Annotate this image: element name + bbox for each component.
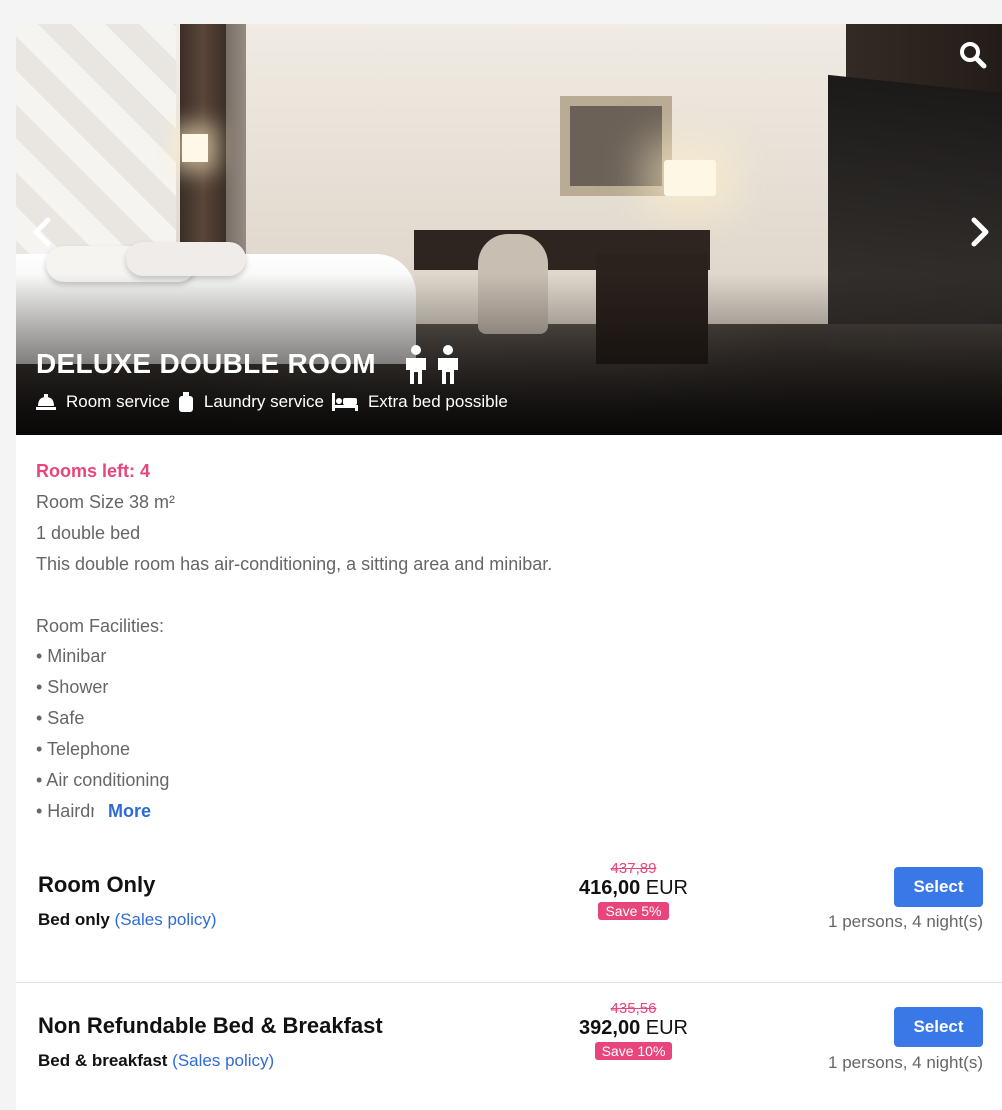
person-icon	[405, 345, 426, 384]
stay-info: 1 persons, 4 night(s)	[828, 912, 983, 931]
save-badge: Save 10%	[594, 1042, 673, 1060]
room-size: Room Size 38 m²	[36, 491, 176, 512]
room-details: Rooms left: 4 Room Size 38 m² 1 double b…	[36, 456, 936, 827]
rate-name: Room Only	[38, 872, 156, 897]
amenity-room-service: Room service	[36, 392, 170, 412]
laundry-icon	[178, 392, 193, 412]
facility-truncated-line: • Hairdryer More	[36, 796, 936, 827]
rooms-left: Rooms left: 4	[36, 461, 151, 481]
facility-item: • Minibar	[36, 646, 107, 667]
more-link[interactable]: More	[108, 801, 151, 821]
select-button[interactable]: Select	[894, 1007, 983, 1047]
room-title: DELUXE DOUBLE ROOM	[36, 348, 376, 379]
facility-item: • Air conditioning	[36, 770, 170, 791]
rate-row: Non Refundable Bed & Breakfast Bed & bre…	[16, 982, 1002, 1104]
rate-row: Room Only Bed only (Sales policy) 437,89…	[16, 852, 1002, 974]
price-block: 435,56 392,00 EUR Save 10%	[556, 1000, 711, 1061]
chevron-right-icon[interactable]	[964, 212, 994, 252]
sales-policy-link[interactable]: (Sales policy)	[172, 1051, 274, 1070]
rate-board: Bed only (Sales policy)	[38, 910, 217, 929]
old-price: 437,89	[610, 860, 657, 877]
current-price: 392,00 EUR	[579, 1017, 688, 1039]
room-card: DELUXE DOUBLE ROOM Room service Laundry …	[16, 24, 1002, 1110]
facility-item: • Safe	[36, 708, 85, 729]
bell-icon	[36, 394, 56, 410]
amenity-list: Room service Laundry service Extra bed p…	[36, 392, 516, 412]
price-block: 437,89 416,00 EUR Save 5%	[556, 860, 711, 921]
room-photo-gallery[interactable]: DELUXE DOUBLE ROOM Room service Laundry …	[16, 24, 1002, 435]
rate-board: Bed & breakfast (Sales policy)	[38, 1051, 275, 1070]
person-icon	[437, 345, 458, 384]
facilities-heading: Room Facilities:	[36, 615, 165, 636]
search-icon[interactable]	[958, 40, 988, 70]
old-price: 435,56	[610, 1000, 657, 1017]
facility-item: • Shower	[36, 677, 109, 698]
bed-config: 1 double bed	[36, 522, 141, 543]
sales-policy-link[interactable]: (Sales policy)	[115, 910, 217, 929]
stay-info: 1 persons, 4 night(s)	[828, 1053, 983, 1072]
save-badge: Save 5%	[598, 902, 669, 920]
room-description: This double room has air-conditioning, a…	[36, 553, 553, 574]
select-button[interactable]: Select	[894, 867, 983, 907]
room-title-row: DELUXE DOUBLE ROOM	[36, 342, 462, 386]
amenity-extra-bed: Extra bed possible	[331, 392, 508, 412]
chevron-left-icon[interactable]	[28, 212, 58, 252]
facility-item: • Telephone	[36, 739, 131, 760]
facility-item-truncated: • Hairdryer	[36, 800, 94, 821]
guest-capacity	[402, 344, 462, 384]
rate-name: Non Refundable Bed & Breakfast	[38, 1013, 383, 1038]
current-price: 416,00 EUR	[579, 877, 688, 899]
amenity-laundry: Laundry service	[178, 392, 324, 412]
bed-icon	[331, 393, 358, 411]
